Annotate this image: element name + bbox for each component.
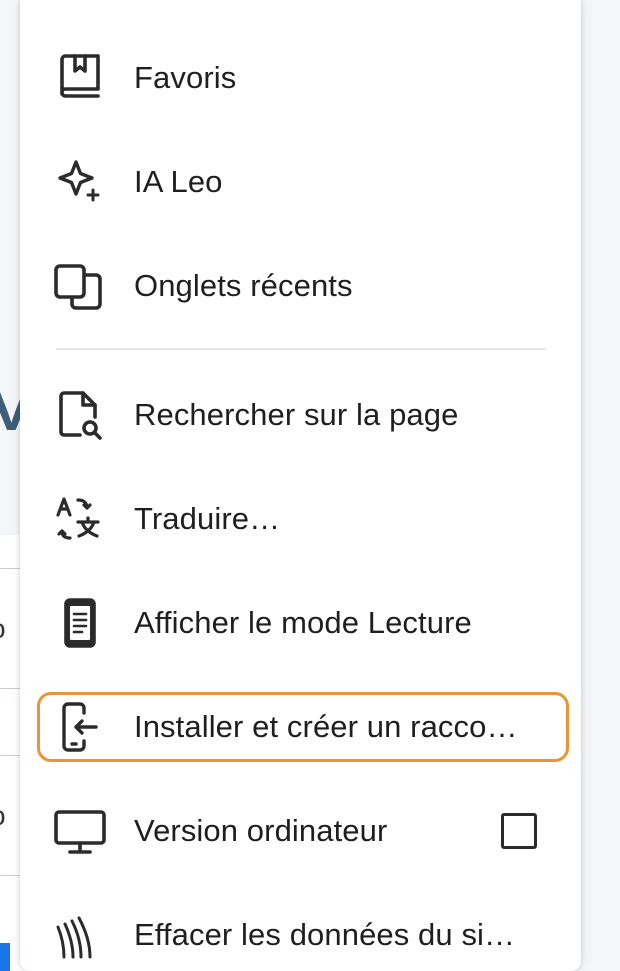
menu-item-effacer[interactable]: Effacer les données du si… (20, 883, 581, 971)
menu-item-onglets-recents[interactable]: Onglets récents (20, 234, 581, 338)
menu-item-rechercher[interactable]: Rechercher sur la page (20, 363, 581, 467)
menu-item-label: Rechercher sur la page (134, 397, 459, 432)
translate-icon (52, 491, 108, 547)
menu-item-label: IA Leo (134, 164, 223, 199)
background-text-fragment: o (0, 800, 6, 832)
background-blue-element (0, 943, 10, 971)
reader-mode-icon (52, 595, 108, 651)
desktop-icon (52, 803, 108, 859)
overflow-menu: Favoris IA Leo Onglets récents Recherche… (20, 0, 581, 971)
menu-item-label: Afficher le mode Lecture (134, 605, 472, 640)
menu-item-version-ordinateur[interactable]: Version ordinateur (20, 779, 581, 883)
menu-item-label: Favoris (134, 60, 237, 95)
background-text-fragment: o (0, 613, 6, 645)
devices-icon (52, 258, 108, 314)
bookmarks-icon (52, 50, 108, 106)
menu-item-label: Version ordinateur (134, 813, 388, 848)
find-in-page-icon (52, 387, 108, 443)
sparkle-icon (52, 154, 108, 210)
menu-item-label: Onglets récents (134, 268, 353, 303)
menu-item-traduire[interactable]: Traduire… (20, 467, 581, 571)
clear-data-icon (52, 907, 108, 963)
menu-divider (56, 348, 546, 350)
menu-item-ia-leo[interactable]: IA Leo (20, 130, 581, 234)
desktop-version-checkbox[interactable] (501, 813, 537, 849)
menu-item-installer[interactable]: Installer et créer un racco… (20, 675, 581, 779)
menu-item-label: Effacer les données du si… (134, 917, 516, 952)
menu-item-label: Traduire… (134, 501, 281, 536)
menu-item-mode-lecture[interactable]: Afficher le mode Lecture (20, 571, 581, 675)
menu-item-favoris[interactable]: Favoris (20, 26, 581, 130)
install-app-icon (52, 699, 108, 755)
menu-item-label: Installer et créer un racco… (134, 709, 518, 744)
